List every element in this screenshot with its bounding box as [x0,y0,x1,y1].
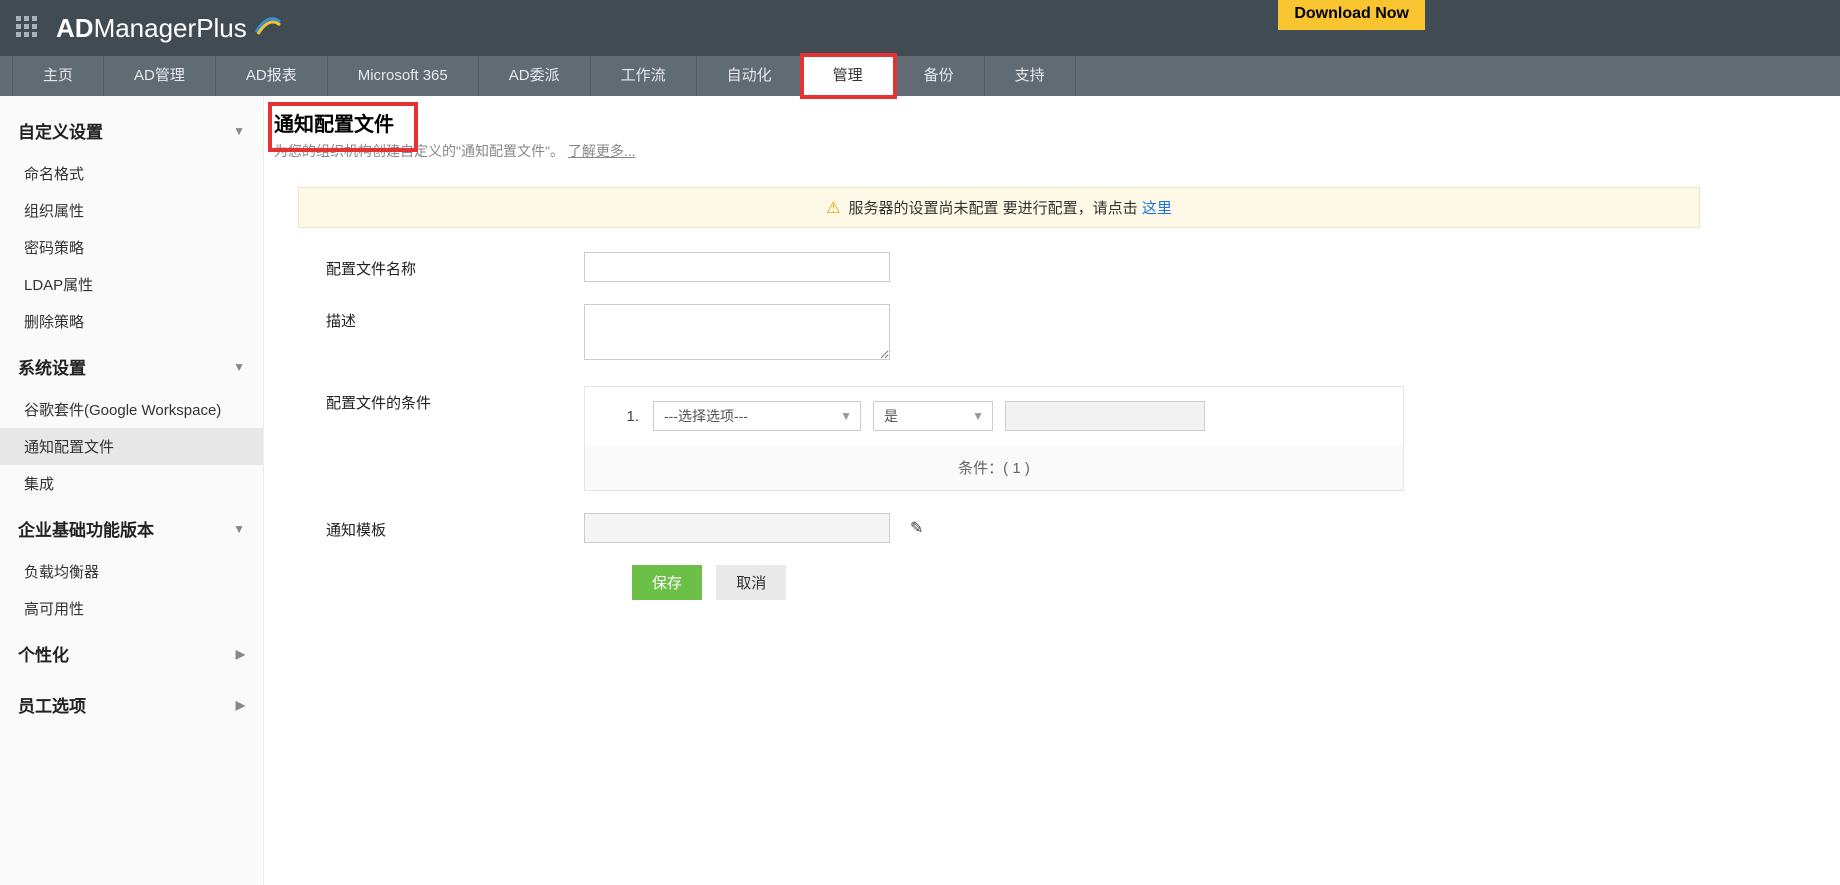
sidebar-group-0[interactable]: 自定义设置▼ [0,104,263,155]
sidebar-group-3[interactable]: 个性化▶ [0,627,263,678]
caret-icon: ▼ [233,360,245,374]
sidebar-item-0-2[interactable]: 密码策略 [0,229,263,266]
condition-number: 1. [603,408,653,425]
nav-tab-8[interactable]: 备份 [894,56,985,96]
sidebar-group-4[interactable]: 员工选项▶ [0,678,263,729]
sidebar-item-1-1[interactable]: 通知配置文件 [0,428,263,465]
main-content: 通知配置文件 为您的组织机构创建自定义的"通知配置文件"。 了解更多... ⚠ … [264,96,1840,885]
condition-row: 1. ---选择选项--- ▼ 是 ▼ [585,387,1403,445]
nav-tab-7[interactable]: 管理 [803,56,894,96]
top-bar: ADManager Plus Download Now [0,0,1840,56]
warning-text: 服务器的设置尚未配置 要进行配置，请点击 [848,200,1141,217]
nav-tab-4[interactable]: AD委派 [479,56,591,96]
edit-pencil-icon[interactable]: ✎ [910,518,923,538]
sidebar-item-1-2[interactable]: 集成 [0,465,263,502]
notification-template-field[interactable] [584,513,890,543]
description-label: 描述 [274,304,584,331]
sidebar: 自定义设置▼命名格式组织属性密码策略LDAP属性删除策略系统设置▼谷歌套件(Go… [0,96,264,885]
condition-summary: 条件：( 1 ) [585,445,1403,490]
caret-icon: ▼ [233,522,245,536]
chevron-down-icon: ▼ [840,409,852,423]
brand-prefix: AD [56,13,94,44]
nav-tab-0[interactable]: 主页 [12,56,104,96]
page-title: 通知配置文件 [274,108,394,137]
conditions-container: 1. ---选择选项--- ▼ 是 ▼ 条件：( 1 ) [584,386,1404,491]
download-now-button[interactable]: Download Now [1278,0,1425,30]
sidebar-group-1[interactable]: 系统设置▼ [0,340,263,391]
sidebar-item-0-1[interactable]: 组织属性 [0,192,263,229]
nav-tab-6[interactable]: 自动化 [697,56,803,96]
chevron-down-icon: ▼ [972,409,984,423]
template-label: 通知模板 [274,513,584,540]
condition-field-select[interactable]: ---选择选项--- ▼ [653,401,861,431]
product-brand: ADManager Plus [56,10,283,47]
caret-icon: ▼ [233,124,245,138]
apps-grid-icon[interactable] [16,16,40,40]
condition-operator-select[interactable]: 是 ▼ [873,401,993,431]
cancel-button[interactable]: 取消 [716,565,786,600]
sidebar-item-2-1[interactable]: 高可用性 [0,590,263,627]
nav-tab-9[interactable]: 支持 [985,56,1076,96]
brand-mid: Manager [94,13,197,44]
caret-icon: ▶ [236,647,245,661]
sidebar-item-2-0[interactable]: 负载均衡器 [0,553,263,590]
profile-name-label: 配置文件名称 [274,252,584,279]
learn-more-link[interactable]: 了解更多... [568,143,636,159]
nav-tab-1[interactable]: AD管理 [104,56,216,96]
caret-icon: ▶ [236,698,245,712]
sidebar-item-1-0[interactable]: 谷歌套件(Google Workspace) [0,391,263,428]
page-header: 通知配置文件 为您的组织机构创建自定义的"通知配置文件"。 了解更多... [264,96,1840,169]
condition-value-input[interactable] [1005,401,1205,431]
sidebar-group-2[interactable]: 企业基础功能版本▼ [0,502,263,553]
nav-tab-3[interactable]: Microsoft 365 [328,56,479,96]
nav-tab-2[interactable]: AD报表 [216,56,328,96]
sidebar-item-0-4[interactable]: 删除策略 [0,303,263,340]
warning-banner: ⚠ 服务器的设置尚未配置 要进行配置，请点击 这里 [298,187,1700,228]
conditions-label: 配置文件的条件 [274,386,584,413]
brand-suffix: Plus [196,13,247,44]
profile-name-input[interactable] [584,252,890,282]
brand-swoosh-icon [253,10,283,47]
description-textarea[interactable] [584,304,890,360]
warning-icon: ⚠ [826,198,840,218]
sidebar-item-0-3[interactable]: LDAP属性 [0,266,263,303]
main-nav: 主页AD管理AD报表Microsoft 365AD委派工作流自动化管理备份支持 [0,56,1840,96]
save-button[interactable]: 保存 [632,565,702,600]
nav-tab-5[interactable]: 工作流 [591,56,697,96]
page-subtitle: 为您的组织机构创建自定义的"通知配置文件"。 了解更多... [274,141,1840,161]
sidebar-item-0-0[interactable]: 命名格式 [0,155,263,192]
warning-config-link[interactable]: 这里 [1142,200,1172,217]
